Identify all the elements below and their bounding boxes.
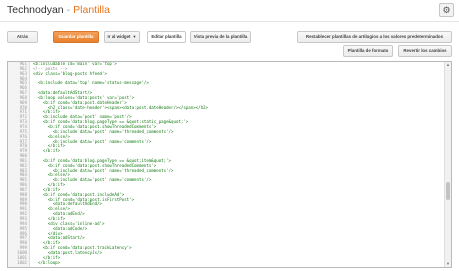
line-number: 1002 (17, 259, 27, 265)
back-button[interactable]: Atrás (7, 31, 38, 43)
scrollbar-thumb[interactable] (446, 182, 450, 200)
app-header: Technodyan - Plantilla ⚙ (0, 0, 459, 22)
edit-template-tab[interactable]: Editar plantilla (147, 31, 186, 43)
jump-to-widget-label: Ir al widget (107, 34, 131, 39)
jump-to-widget-dropdown[interactable]: Ir al widget ▼ (104, 31, 140, 43)
blog-name: Technodyan (7, 4, 64, 16)
scroll-down-icon[interactable]: ▼ (445, 261, 451, 267)
code-text: </b:loop> (33, 259, 61, 265)
save-template-button[interactable]: Guardar plantilla (53, 31, 99, 43)
format-template-button[interactable]: Plantilla de formato (343, 45, 393, 57)
code-line[interactable]: 1002 </b:loop> (8, 259, 451, 266)
settings-button[interactable]: ⚙ (439, 3, 454, 17)
editor-scrollbar[interactable]: ▲ ▼ (444, 62, 451, 267)
scroll-up-icon[interactable]: ▲ (445, 62, 451, 68)
code-editor[interactable]: 961 <b:includable id='main' var='top'> 962… (7, 61, 452, 268)
preview-template-button[interactable]: Vista previa de la plantilla (190, 31, 251, 43)
restore-widget-templates-button[interactable]: Restablecer plantillas de artilugios a l… (297, 31, 452, 43)
title-separator: - (66, 4, 71, 16)
code-lines: 961 <b:includable id='main' var='top'> 962… (8, 62, 451, 265)
revert-changes-button[interactable]: Revertir los cambios (398, 45, 452, 57)
chevron-down-icon: ▼ (132, 34, 137, 39)
gear-icon: ⚙ (442, 5, 451, 15)
section-name: Plantilla (73, 4, 110, 16)
page-title: Technodyan - Plantilla (7, 4, 110, 16)
template-toolbar: Atrás Guardar plantilla Ir al widget ▼ Ed… (0, 29, 459, 59)
